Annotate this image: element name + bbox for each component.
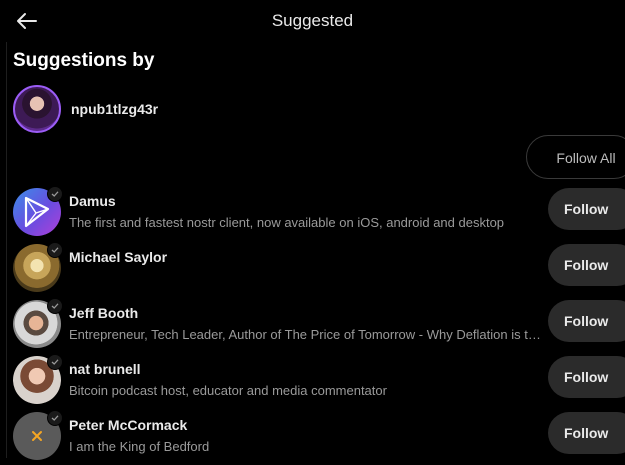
suggested-user-row[interactable]: Jeff Booth Entrepreneur, Tech Leader, Au… [0, 297, 625, 353]
suggested-user-list: Damus The first and fastest nostr client… [0, 185, 625, 465]
verified-badge [47, 186, 63, 202]
author-name: npub1tlzg43r [71, 101, 159, 117]
user-name: Jeff Booth [69, 305, 139, 321]
avatar-container [13, 242, 63, 292]
suggested-user-row[interactable]: Damus The first and fastest nostr client… [0, 185, 625, 241]
avatar-container [13, 186, 63, 236]
follow-button[interactable]: Follow [548, 356, 625, 398]
page-title: Suggested [271, 11, 354, 30]
user-name: nat brunell [69, 361, 141, 377]
suggested-user-row[interactable]: Peter McCormack I am the King of Bedford… [0, 409, 625, 465]
verified-badge [47, 298, 63, 314]
top-bar: Suggested [0, 0, 625, 42]
user-bio: Bitcoin podcast host, educator and media… [69, 383, 387, 398]
avatar-container [13, 354, 63, 404]
verified-badge [47, 242, 63, 258]
author-avatar [13, 85, 61, 133]
verified-badge [47, 354, 63, 370]
section-title: Suggestions by [13, 50, 155, 71]
check-icon [51, 247, 59, 253]
avatar-container [13, 410, 63, 460]
follow-button[interactable]: Follow [548, 244, 625, 286]
check-icon [51, 191, 59, 197]
check-icon [51, 303, 59, 309]
suggestion-author[interactable]: npub1tlzg43r [13, 83, 158, 135]
check-icon [51, 415, 59, 421]
suggested-user-row[interactable]: Michael Saylor Follow [0, 241, 625, 297]
user-name: Michael Saylor [69, 249, 168, 265]
close-icon [32, 431, 42, 441]
user-bio: The first and fastest nostr client, now … [69, 215, 505, 230]
follow-button[interactable]: Follow [548, 412, 625, 454]
avatar-container [13, 298, 63, 348]
suggested-user-row[interactable]: nat brunell Bitcoin podcast host, educat… [0, 353, 625, 409]
damus-logo-icon [24, 196, 50, 228]
user-name: Damus [69, 193, 116, 209]
follow-button[interactable]: Follow [548, 188, 625, 230]
follow-button[interactable]: Follow [548, 300, 625, 342]
user-name: Peter McCormack [69, 417, 188, 433]
verified-badge [47, 410, 63, 426]
user-bio: I am the King of Bedford [69, 439, 210, 454]
user-bio: Entrepreneur, Tech Leader, Author of The… [69, 327, 545, 342]
check-icon [51, 359, 59, 365]
follow-all-button[interactable]: Follow All [526, 135, 625, 179]
